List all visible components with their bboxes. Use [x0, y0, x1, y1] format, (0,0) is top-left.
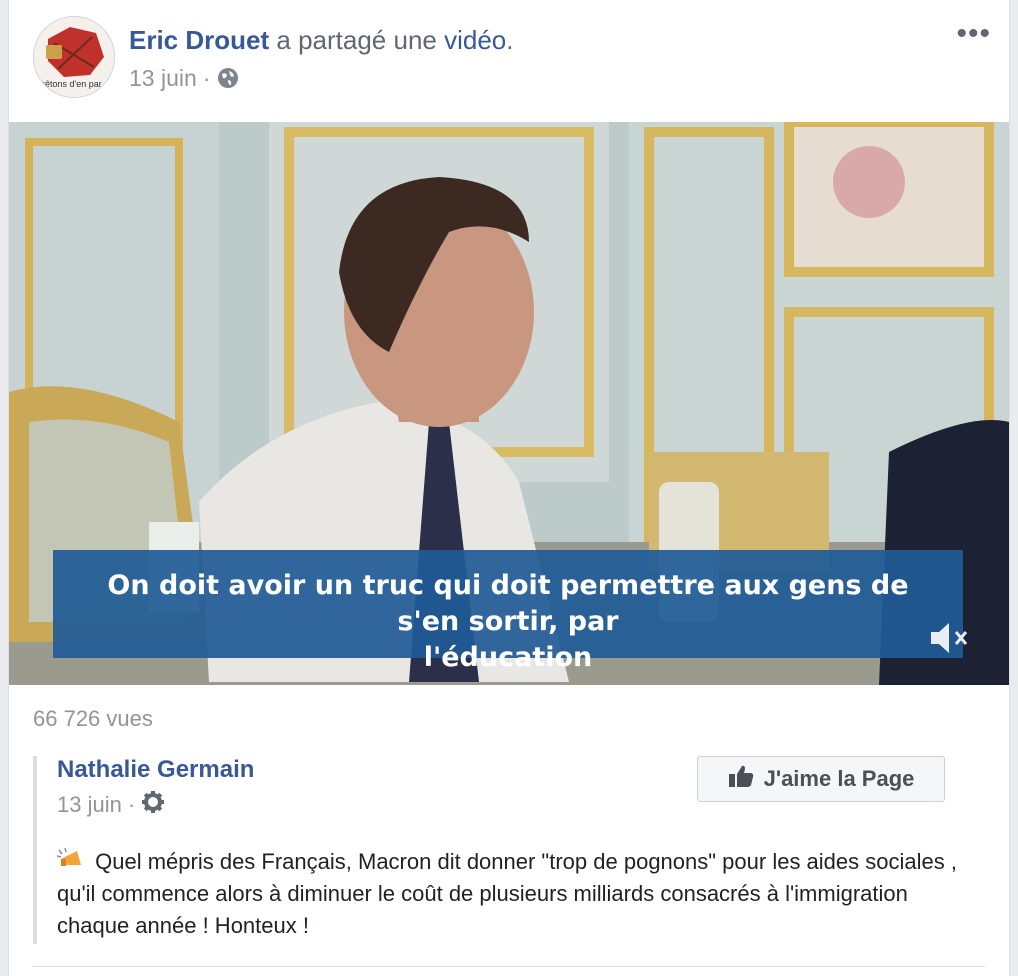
more-options-icon[interactable]: ••• — [956, 19, 991, 49]
divider — [33, 966, 985, 967]
subtitle-line-2: l'éducation — [423, 642, 593, 673]
globe-icon[interactable] — [216, 66, 240, 90]
thumbs-up-icon — [728, 764, 754, 794]
like-page-button[interactable]: J'aime la Page — [697, 756, 945, 802]
shared-post-meta: 13 juin · — [57, 790, 165, 820]
shared-post-text: Quel mépris des Français, Macron dit don… — [56, 846, 957, 942]
page-name-link[interactable]: Nathalie Germain — [57, 756, 254, 784]
meta-separator: · — [202, 65, 211, 91]
post-meta: 13 juin · — [129, 64, 240, 92]
shared-post-body: Quel mépris des Français, Macron dit don… — [57, 849, 957, 938]
gear-icon[interactable] — [141, 790, 165, 820]
view-count: 66 726 vues — [33, 706, 153, 731]
like-page-label: J'aime la Page — [763, 766, 915, 791]
period: . — [506, 25, 514, 55]
avatar-caption: rêtons d'en par — [42, 79, 102, 89]
post-date[interactable]: 13 juin — [129, 64, 197, 92]
action-text: a partagé une — [276, 25, 437, 55]
video-link[interactable]: vidéo — [444, 25, 506, 55]
shared-post: Nathalie Germain 13 juin · J'aime la Pag… — [33, 756, 985, 944]
post-header: Eric Drouet a partagé une vidéo. — [129, 24, 513, 56]
post-card: rêtons d'en par Eric Drouet a partagé un… — [8, 0, 1010, 976]
video-player[interactable]: On doit avoir un truc qui doit permettre… — [9, 122, 1009, 685]
muted-speaker-icon[interactable] — [927, 618, 975, 658]
avatar[interactable]: rêtons d'en par — [33, 16, 115, 98]
meta-separator: · — [127, 792, 136, 817]
subtitle-line-1: On doit avoir un truc qui doit permettre… — [107, 570, 909, 637]
megaphone-icon — [56, 847, 89, 873]
video-subtitle: On doit avoir un truc qui doit permettre… — [53, 550, 963, 673]
author-link[interactable]: Eric Drouet — [129, 25, 269, 55]
shared-post-date[interactable]: 13 juin — [57, 792, 122, 818]
